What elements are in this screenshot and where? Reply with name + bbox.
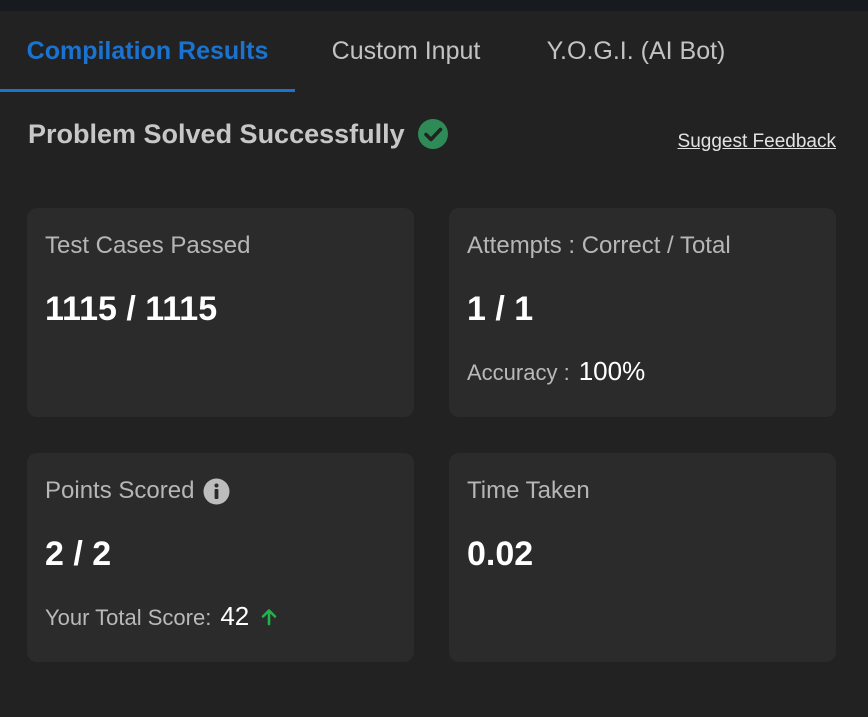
tab-bar: Compilation Results Custom Input Y.O.G.I… <box>0 11 868 92</box>
points-card: Points Scored 2 / 2 Your Total Score: 42 <box>27 453 414 662</box>
tab-compilation-results[interactable]: Compilation Results <box>0 11 295 92</box>
info-icon[interactable] <box>203 478 230 505</box>
attempts-label: Attempts : Correct / Total <box>467 232 731 259</box>
test-cases-label: Test Cases Passed <box>45 232 251 259</box>
top-bar <box>0 0 868 11</box>
tab-custom-input[interactable]: Custom Input <box>317 11 495 92</box>
total-score-value: 42 <box>220 601 250 631</box>
accuracy-value: 100% <box>578 356 646 386</box>
points-label-row: Points Scored <box>45 477 230 505</box>
accuracy-row: Accuracy : 100% <box>467 356 645 387</box>
check-circle-icon <box>417 118 449 150</box>
time-label: Time Taken <box>467 477 590 504</box>
status-header: Problem Solved Successfully <box>28 118 449 150</box>
total-score-row: Your Total Score: 42 <box>45 601 279 632</box>
tab-yogi-ai-bot[interactable]: Y.O.G.I. (AI Bot) <box>540 11 732 92</box>
attempts-value: 1 / 1 <box>467 290 534 328</box>
time-value: 0.02 <box>467 535 534 573</box>
time-card: Time Taken 0.02 <box>449 453 836 662</box>
active-tab-indicator <box>0 89 295 92</box>
points-value: 2 / 2 <box>45 535 112 573</box>
points-label: Points Scored <box>45 477 195 504</box>
arrow-up-icon <box>259 607 279 627</box>
test-cases-value: 1115 / 1115 <box>45 290 218 328</box>
attempts-card: Attempts : Correct / Total 1 / 1 Accurac… <box>449 208 836 417</box>
test-cases-card: Test Cases Passed 1115 / 1115 <box>27 208 414 417</box>
status-title: Problem Solved Successfully <box>28 118 405 149</box>
suggest-feedback-link[interactable]: Suggest Feedback <box>678 131 836 153</box>
total-score-label: Your Total Score: <box>45 605 212 630</box>
accuracy-label: Accuracy : <box>467 360 570 385</box>
